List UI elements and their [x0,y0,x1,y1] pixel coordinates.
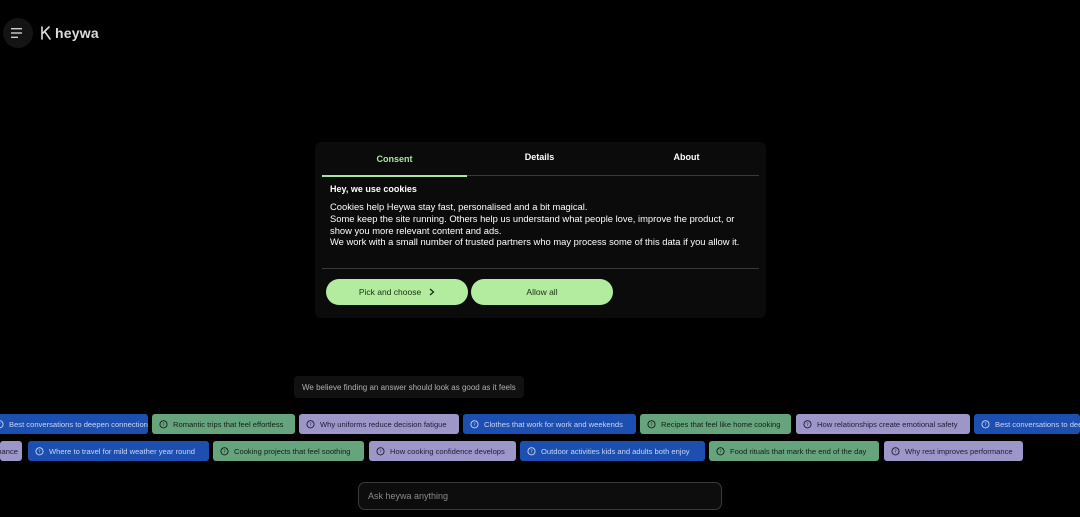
suggestion-chip[interactable]: ? Romantic trips that feel effortless [152,414,295,434]
chat-bubble-icon: ? [0,419,4,428]
svg-text:?: ? [984,422,987,428]
suggestion-chip[interactable]: ? How cooking confidence develops [369,441,516,461]
chip-label: Why uniforms reduce decision fatigue [320,419,447,429]
chat-bubble-icon: ? [306,419,315,428]
consent-paragraph: Cookies help Heywa stay fast, personalis… [330,201,588,212]
chip-label: Best conversations to deepen connection [9,419,148,429]
svg-text:?: ? [650,422,653,428]
cookie-consent-dialog: Consent Details About Hey, we use cookie… [315,142,766,318]
tab-details[interactable]: Details [467,142,612,176]
tab-about[interactable]: About [614,142,759,176]
chat-bubble-icon: ? [891,446,900,455]
heywa-logo-icon [41,26,51,40]
svg-text:?: ? [379,449,382,455]
divider [322,268,759,269]
consent-tabs: Consent Details About [322,142,759,177]
consent-paragraph: Some keep the site running. Others help … [330,212,735,236]
svg-text:?: ? [223,449,226,455]
suggestion-chip[interactable]: ? Outdoor activities kids and adults bot… [520,441,705,461]
svg-text:?: ? [719,449,722,455]
consent-heading: Hey, we use cookies [330,184,417,194]
chat-bubble-icon: ? [159,419,168,428]
suggestion-chip[interactable]: Why rest improves performance [0,441,22,461]
svg-text:?: ? [473,422,476,428]
pick-and-choose-label: Pick and choose [358,287,422,297]
chip-label: Food rituals that mark the end of the da… [730,446,867,456]
chat-bubble-icon: ? [981,419,990,428]
consent-body: Cookies help Heywa stay fast, personalis… [330,201,755,248]
hamburger-menu-icon [11,28,22,38]
suggestion-chip[interactable]: ? Best conversations to deepen connectio… [0,414,148,434]
logo-text: heywa [55,25,99,41]
menu-button[interactable] [3,18,33,48]
tagline: We believe finding an answer should look… [294,376,524,398]
svg-text:?: ? [162,422,165,428]
svg-text:?: ? [530,449,533,455]
suggestion-chip[interactable]: ? Where to travel for mild weather year … [28,441,209,461]
chip-label: Romantic trips that feel effortless [173,419,284,429]
allow-all-button[interactable]: Allow all [471,279,613,305]
chip-label: Outdoor activities kids and adults both … [541,446,690,456]
ask-input[interactable] [358,482,722,510]
logo[interactable]: heywa [40,24,99,42]
chat-bubble-icon: ? [527,446,536,455]
chevron-right-icon [429,288,435,296]
svg-text:?: ? [309,422,312,428]
tab-consent[interactable]: Consent [322,142,467,177]
chat-bubble-icon: ? [716,446,725,455]
chat-bubble-icon: ? [376,446,385,455]
chip-label: Why rest improves performance [0,446,18,456]
chip-label: Recipes that feel like home cooking [661,419,781,429]
page: heywa Consent Details About Hey, we use … [0,0,1080,517]
chat-bubble-icon: ? [220,446,229,455]
chip-label: How relationships create emotional safet… [817,419,958,429]
consent-paragraph: We work with a small number of trusted p… [330,236,740,248]
suggestion-chip[interactable]: ? Recipes that feel like home cooking [640,414,791,434]
suggestion-chip[interactable]: ? How relationships create emotional saf… [796,414,970,434]
chip-label: Clothes that work for work and weekends [484,419,623,429]
suggestion-chip[interactable]: ? Food rituals that mark the end of the … [709,441,879,461]
suggestion-chip[interactable]: ? Why uniforms reduce decision fatigue [299,414,459,434]
chat-bubble-icon: ? [647,419,656,428]
suggestion-chip[interactable]: ? Why rest improves performance [884,441,1023,461]
suggestion-chip[interactable]: ? Cooking projects that feel soothing [213,441,364,461]
svg-text:?: ? [806,422,809,428]
chip-label: Why rest improves performance [905,446,1013,456]
svg-text:?: ? [38,449,41,455]
chat-bubble-icon: ? [803,419,812,428]
chip-label: Where to travel for mild weather year ro… [49,446,196,456]
chat-bubble-icon: ? [470,419,479,428]
chip-label: Cooking projects that feel soothing [234,446,351,456]
pick-and-choose-button[interactable]: Pick and choose [326,279,468,305]
suggestion-chip[interactable]: ? Clothes that work for work and weekend… [463,414,636,434]
chip-label: How cooking confidence develops [390,446,505,456]
chat-bubble-icon: ? [35,446,44,455]
chip-label: Best conversations to deepen connection [995,419,1080,429]
svg-text:?: ? [894,449,897,455]
suggestion-chip[interactable]: ? Best conversations to deepen connectio… [974,414,1080,434]
